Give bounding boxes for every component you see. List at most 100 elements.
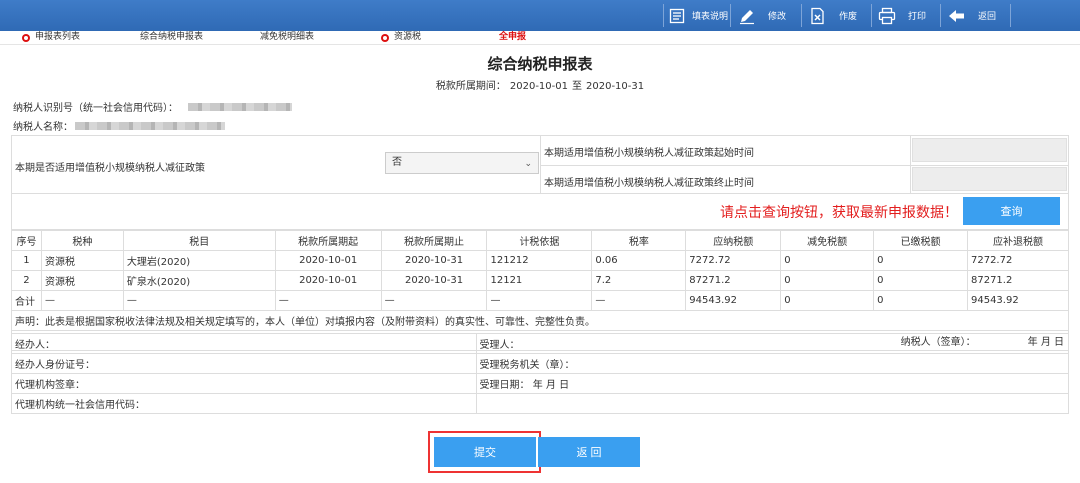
red-dot-icon <box>381 33 389 42</box>
tab-label: 减免税明细表 <box>260 32 315 42</box>
tab-comprehensive-report[interactable]: 综合纳税申报表 <box>140 31 203 44</box>
table-row: 经办人： 受理人： <box>11 333 1070 354</box>
cell-tax-rate: 7.2 <box>591 270 687 291</box>
fill-instructions-button[interactable]: 填表说明 <box>668 6 728 25</box>
table-row: 经办人身份证号： 受理税务机关（章）： <box>11 353 1070 374</box>
total-tax-paid: 0 <box>873 290 968 311</box>
taxpayer-id-row: 纳税人识别号（统一社会信用代码）： <box>13 99 292 114</box>
policy-start-input[interactable] <box>912 138 1067 162</box>
toolbar-separator <box>1010 4 1011 27</box>
cell-index: 2 <box>11 270 42 291</box>
back-button[interactable]: 返 回 <box>538 437 640 467</box>
query-row: 请点击查询按钮，获取最新申报数据！ 查询 <box>11 194 1069 230</box>
report-tabs: 申报表列表 综合纳税申报表 减免税明细表 资源税 全申报 <box>0 31 1080 45</box>
column-header: 序号 <box>11 230 42 251</box>
return-button[interactable]: 返回 <box>948 6 996 25</box>
red-dot-icon <box>22 33 30 42</box>
column-header: 应补退税额 <box>966 230 1070 251</box>
void-button[interactable]: 作废 <box>809 6 857 25</box>
cell-tax-item: 大理岩(2020) <box>122 250 276 271</box>
receiver-label: 受理人： <box>475 333 1070 354</box>
cell-dash: — <box>274 290 382 311</box>
period-label: 税款所属期间： <box>435 81 506 92</box>
cell-tax-due: 87271.2 <box>966 270 1070 291</box>
edit-button[interactable]: 修改 <box>738 6 786 25</box>
cell-tax-due: 7272.72 <box>966 250 1070 271</box>
toolbar-label: 填表说明 <box>692 12 729 22</box>
policy-end-input[interactable] <box>912 167 1067 191</box>
tab-resource-tax[interactable]: 资源税 <box>381 31 421 44</box>
tab-label: 综合纳税申报表 <box>140 32 204 42</box>
cell-tax-rate: 0.06 <box>591 250 687 271</box>
cell-tax-paid: 0 <box>873 250 968 271</box>
statement-row: 声明：此表是根据国家税收法律法规及相关规定填写的，本人（单位）对填报内容（及附带… <box>11 310 1069 331</box>
reduction-policy-section: 本期是否适用增值税小规模纳税人减征政策 否 ⌄ 本期适用增值税小规模纳税人减征政… <box>11 135 1069 194</box>
table-row: 1 资源税 大理岩(2020) 2020-10-01 2020-10-31 12… <box>11 250 1070 271</box>
processing-info-table: 经办人： 受理人： 经办人身份证号： 受理税务机关（章）： 代理机构签章： 受理日期：… <box>11 333 1070 414</box>
query-notice: 请点击查询按钮，获取最新申报数据！ <box>720 205 958 221</box>
table-row: 代理机构签章： 受理日期： 年 月 日 <box>11 373 1070 394</box>
tab-label: 全申报 <box>499 32 527 42</box>
column-header: 税种 <box>40 230 124 251</box>
column-header: 税率 <box>591 230 687 251</box>
table-row: 代理机构统一社会信用代码： <box>11 393 1070 414</box>
policy-end-label: 本期适用增值税小规模纳税人减征政策终止时间 <box>544 178 754 189</box>
print-button[interactable]: 打印 <box>878 6 926 25</box>
toolbar-separator <box>663 4 664 27</box>
toolbar-separator <box>940 4 941 27</box>
pencil-icon <box>738 7 756 25</box>
column-header: 已缴税额 <box>873 230 968 251</box>
divider <box>540 165 1068 166</box>
cell-period-start: 2020-10-01 <box>274 250 382 271</box>
submit-button[interactable]: 提交 <box>434 437 536 467</box>
declaration-statement: 声明：此表是根据国家税收法律法规及相关规定填写的，本人（单位）对填报内容（及附带… <box>11 310 1069 331</box>
cell-period-end: 2020-10-31 <box>380 270 488 291</box>
cell-dash: — <box>40 290 124 311</box>
tab-declaration-list[interactable]: 申报表列表 <box>22 31 80 44</box>
cell-tax-paid: 0 <box>873 270 968 291</box>
void-doc-icon <box>809 7 827 25</box>
list-icon <box>668 7 686 25</box>
toolbar-separator <box>730 4 731 27</box>
cell-dash: — <box>380 290 488 311</box>
column-header: 计税依据 <box>486 230 593 251</box>
policy-question: 本期是否适用增值税小规模纳税人减征政策 <box>15 163 205 174</box>
table-row: 2 资源税 矿泉水(2020) 2020-10-01 2020-10-31 12… <box>11 270 1070 291</box>
column-header: 税目 <box>122 230 276 251</box>
column-header: 税款所属期起 <box>274 230 382 251</box>
cell-tax-basis: 12121 <box>486 270 593 291</box>
query-button[interactable]: 查询 <box>963 197 1060 225</box>
tab-label: 申报表列表 <box>35 32 81 42</box>
cell-dash: — <box>591 290 687 311</box>
page-title: 综合纳税申报表 <box>487 55 593 73</box>
handler-label: 经办人： <box>11 333 477 354</box>
empty-cell <box>475 393 1070 414</box>
receive-date-label: 受理日期： 年 月 日 <box>475 373 1070 394</box>
cell-tax-payable: 7272.72 <box>685 250 782 271</box>
agency-code-label: 代理机构统一社会信用代码： <box>11 393 477 414</box>
tab-exemption-detail[interactable]: 减免税明细表 <box>260 31 314 44</box>
policy-select[interactable]: 否 ⌄ <box>385 152 539 174</box>
cell-tax-reduction: 0 <box>780 270 875 291</box>
toolbar-label: 返回 <box>978 12 997 22</box>
cell-period-start: 2020-10-01 <box>274 270 382 291</box>
total-label: 合计 <box>11 290 42 311</box>
total-row: 合计 — — — — — — 94543.92 0 0 94543.92 <box>11 290 1070 311</box>
period-to: 至 <box>572 81 582 92</box>
redacted-taxpayer-id <box>188 102 292 111</box>
redacted-taxpayer-name <box>75 121 225 130</box>
total-tax-reduction: 0 <box>780 290 875 311</box>
agency-seal-label: 代理机构签章： <box>11 373 477 394</box>
toolbar-label: 修改 <box>768 12 787 22</box>
tax-period: 税款所属期间： 2020-10-01 至 2020-10-31 <box>0 77 1080 92</box>
table-header-row: 序号 税种 税目 税款所属期起 税款所属期止 计税依据 税率 应纳税额 减免税额… <box>11 230 1070 251</box>
divider <box>910 136 911 193</box>
printer-icon <box>878 7 896 25</box>
handler-id-label: 经办人身份证号： <box>11 353 477 374</box>
cell-period-end: 2020-10-31 <box>380 250 488 271</box>
cell-tax-type: 资源税 <box>40 250 124 271</box>
cell-tax-payable: 87271.2 <box>685 270 782 291</box>
tax-office-label: 受理税务机关（章）： <box>475 353 1070 374</box>
tab-full-declaration[interactable]: 全申报 <box>499 31 526 44</box>
cell-tax-type: 资源税 <box>40 270 124 291</box>
